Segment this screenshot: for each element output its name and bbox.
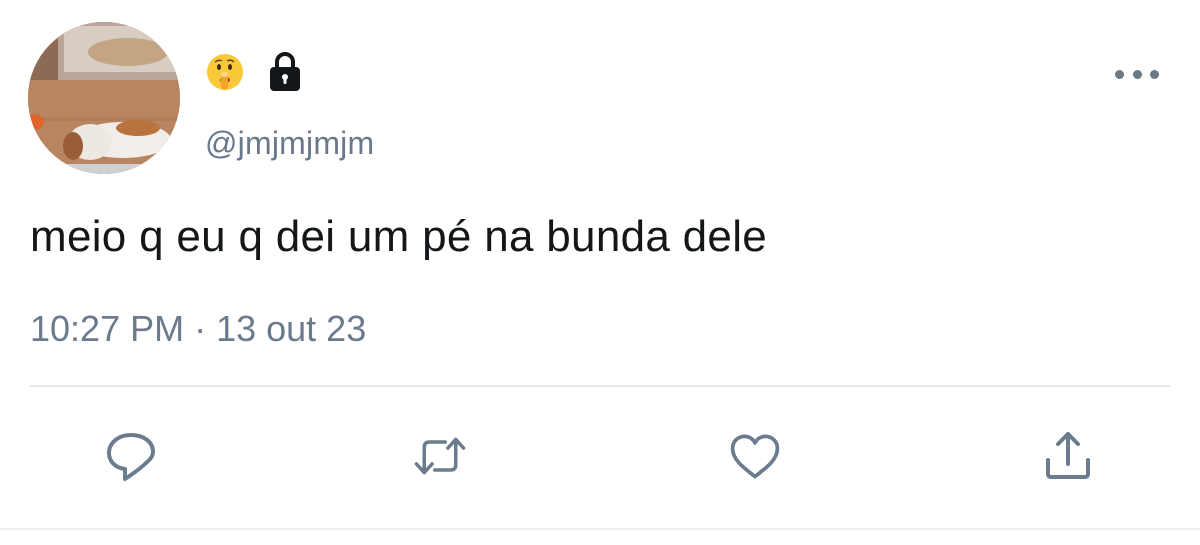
- retweet-icon: [414, 437, 466, 475]
- more-dot-icon: [1150, 69, 1159, 79]
- bottom-divider: [0, 528, 1200, 530]
- share-button[interactable]: [1040, 428, 1096, 484]
- tweet-card: @jmjmjmjm meio q eu q dei um pé na bunda…: [0, 0, 1200, 545]
- shushing-face-emoji-icon: [203, 50, 247, 94]
- tweet-timestamp[interactable]: 10:27 PM · 13 out 23: [30, 308, 366, 350]
- like-button[interactable]: [727, 428, 783, 484]
- retweet-button[interactable]: [412, 428, 468, 484]
- tweet-text: meio q eu q dei um pé na bunda dele: [30, 212, 768, 261]
- user-handle[interactable]: @jmjmjmjm: [205, 125, 374, 162]
- more-dot-icon: [1115, 69, 1124, 79]
- reply-button[interactable]: [103, 428, 159, 484]
- like-icon: [730, 434, 780, 479]
- display-name-row: [203, 50, 303, 94]
- more-dot-icon: [1132, 69, 1142, 79]
- more-options-button[interactable]: [1115, 62, 1159, 86]
- avatar-photo: [28, 22, 180, 174]
- lock-icon: [267, 50, 303, 94]
- timestamp-separator: ·: [194, 308, 207, 349]
- divider: [30, 385, 1170, 387]
- share-icon: [1046, 432, 1090, 479]
- reply-icon: [107, 433, 155, 481]
- tweet-time: 10:27 PM: [30, 308, 185, 349]
- tweet-date: 13 out 23: [216, 308, 367, 349]
- avatar[interactable]: [28, 22, 180, 174]
